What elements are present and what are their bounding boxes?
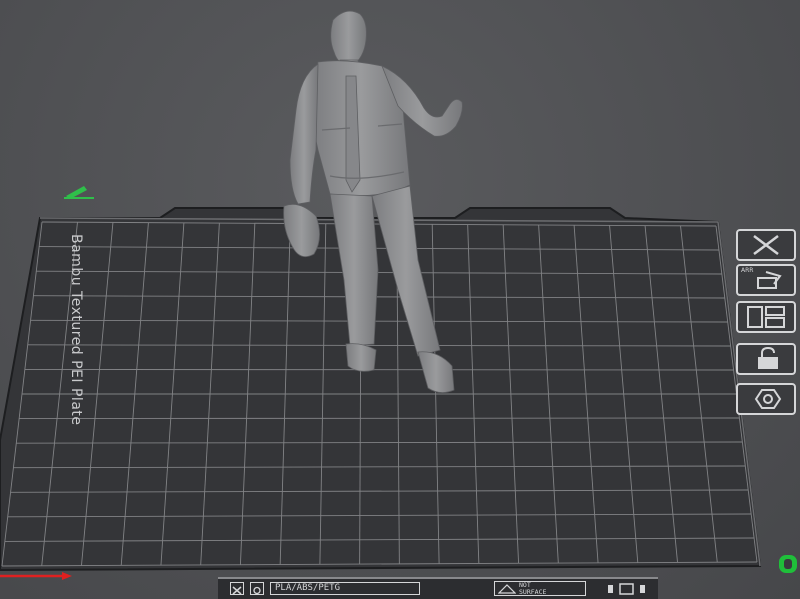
green-status-badge[interactable] [777,553,799,575]
lock-plate-button[interactable] [736,343,796,375]
plate-settings-button[interactable] [736,383,796,415]
scene-canvas[interactable] [0,0,800,599]
arrange-layout-button[interactable] [736,301,796,333]
plate-grid-icon[interactable] [230,582,244,595]
lock-icon [758,346,778,369]
small-cylinder-icon[interactable] [608,585,613,593]
plate-name-label: Bambu Textured PEI Plate [68,234,84,426]
grid-line-horizontal [24,368,734,371]
warning-triangle-icon [498,584,516,594]
grid-line-horizontal [19,417,740,420]
view-controls [606,582,654,599]
plate-edit-icon[interactable] [64,186,94,199]
auto-arrange-button[interactable]: ARR [736,264,796,296]
auto-arrange-icon [757,271,782,289]
screen-icon[interactable] [619,583,634,595]
small-cylinder-icon-right[interactable] [640,585,645,593]
layout-grid-icon [747,306,785,328]
x-axis-indicator [0,572,72,580]
close-x-icon [753,235,779,255]
surface-warning-text: NOT SURFACE [519,581,547,596]
close-plate-button[interactable] [736,229,796,261]
hexagon-eye-icon [754,389,782,409]
filament-types-label: PLA/ABS/PETG [270,582,420,595]
filament-icon[interactable] [250,582,264,595]
3d-viewport[interactable]: Bambu Textured PEI Plate ARR PLA/ABS/PET… [0,0,800,599]
plate-status-bar: PLA/ABS/PETG NOT SURFACE [218,577,658,599]
build-plate[interactable] [0,207,762,572]
surface-warning: NOT SURFACE [494,581,586,596]
